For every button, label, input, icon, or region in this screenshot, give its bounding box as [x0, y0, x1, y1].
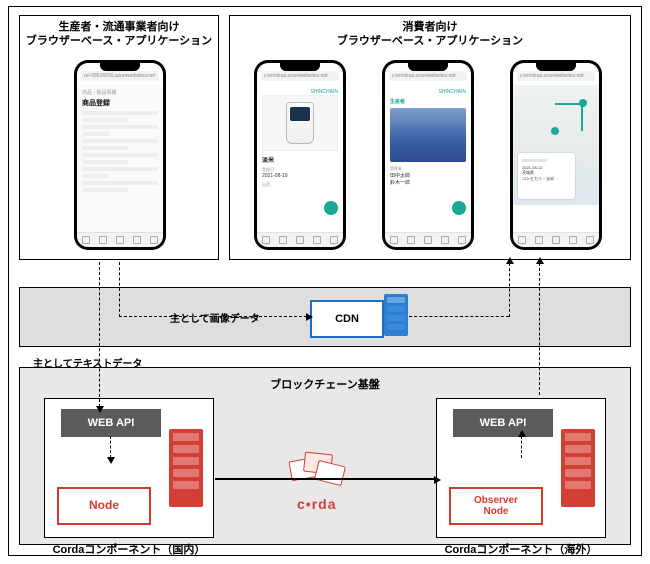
people-section: 生産者 — [390, 98, 466, 105]
arrow-producer-to-cdn-v — [119, 262, 120, 317]
cdn-text: CDN — [335, 313, 359, 325]
breadcrumb: 商品 › 製品情報 — [82, 89, 158, 96]
corda-overseas: WEB API ObserverNode Cordaコンポーネント（海外） — [436, 398, 606, 538]
rice-bag-icon — [286, 102, 314, 144]
place-label: 出荷 — [262, 182, 338, 188]
consumer-app-box: 消費者向け ブラウザーベース・アプリケーション c-terminal.azure… — [229, 15, 631, 260]
node-domestic: Node — [57, 487, 151, 525]
arrow-webapi-node-domestic — [110, 436, 111, 458]
server-overseas-icon — [561, 429, 595, 507]
corda-cards-icon — [290, 453, 350, 487]
name-1: 田中太郎 — [390, 172, 466, 179]
arrow-producer-to-cdn-h — [119, 316, 307, 317]
brand-2: SHINCHAIN — [390, 89, 466, 95]
producer-bottombar — [77, 232, 163, 247]
consumer-title-line1: 消費者向け — [403, 21, 458, 33]
arrow-node-webapi-overseas — [521, 436, 522, 458]
producer-app-box: 生産者・流通事業者向け ブラウザーベース・アプリケーション rel-085160… — [19, 15, 219, 260]
producer-title: 生産者・流通事業者向け ブラウザーベース・アプリケーション — [20, 16, 218, 51]
webapi-overseas: WEB API — [453, 409, 553, 437]
arrow-cdn-to-consumer-v — [509, 263, 510, 317]
phone-notch — [100, 63, 140, 71]
overseas-caption: Cordaコンポーネント（海外） — [437, 541, 605, 557]
arrow-cdn-to-consumer-h — [409, 316, 509, 317]
consumer-url-2: c-terminal.azurewebsites.net — [389, 71, 467, 81]
fab-icon-2 — [452, 201, 466, 215]
domestic-caption: Cordaコンポーネント（国内） — [45, 541, 213, 557]
webapi-domestic: WEB API — [61, 409, 161, 437]
arrow-producer-to-webapi — [99, 262, 100, 407]
producer-title-line1: 生産者・流通事業者向け — [59, 21, 180, 33]
consumer-phone-product: c-terminal.azurewebsites.net SHINCHAIN 淡… — [254, 60, 346, 250]
product-image — [262, 95, 338, 151]
observer-node: ObserverNode — [449, 487, 543, 525]
fab-icon — [324, 201, 338, 215]
producer-phone: rel-08516030.azurewebsites.net 商品 › 製品情報… — [74, 60, 166, 250]
producer-title-line2: ブラウザーベース・アプリケーション — [26, 35, 212, 47]
server-domestic-icon — [169, 429, 203, 507]
corda-logo: c•rda — [297, 496, 336, 512]
producer-url-bar: rel-08516030.azurewebsites.net — [81, 71, 159, 81]
consumer-phone-map: c-terminal.azurewebsites.net 2021-08-12 … — [510, 60, 602, 250]
map-view: 2021-08-12 茨城県 コシヒカリ・淡米 — [513, 85, 599, 205]
product-name: 淡米 — [262, 155, 338, 164]
consumer-title-line2: ブラウザーベース・アプリケーション — [337, 35, 523, 47]
producer-photo — [390, 108, 466, 162]
name-2: 鈴木一郎 — [390, 179, 466, 186]
cdn-box: CDN — [310, 300, 384, 338]
consumer-url-1: c-terminal.azurewebsites.net — [261, 71, 339, 81]
image-data-label: 主として画像データ — [170, 310, 260, 325]
arrow-domestic-to-overseas — [215, 478, 435, 480]
producer-phone-screen: rel-08516030.azurewebsites.net 商品 › 製品情報… — [77, 63, 163, 247]
arrow-overseas-to-consumer — [539, 263, 540, 395]
consumer-title: 消費者向け ブラウザーベース・アプリケーション — [230, 16, 630, 51]
map-info-card: 2021-08-12 茨城県 コシヒカリ・淡米 — [518, 153, 575, 199]
form-title: 商品登録 — [82, 98, 158, 108]
consumer-phone-people: c-terminal.azurewebsites.net SHINCHAIN 生… — [382, 60, 474, 250]
diagram-frame: 生産者・流通事業者向け ブラウザーベース・アプリケーション rel-085160… — [8, 6, 642, 556]
cdn-server-icon — [384, 294, 408, 336]
producer-form: 商品 › 製品情報 商品登録 — [77, 85, 163, 233]
corda-domestic: WEB API Node Cordaコンポーネント（国内） — [44, 398, 214, 538]
date-value: 2021-08-19 — [262, 173, 338, 179]
card-item: コシヒカリ・淡米 — [522, 176, 571, 182]
consumer-url-3: c-terminal.azurewebsites.net — [517, 71, 595, 81]
